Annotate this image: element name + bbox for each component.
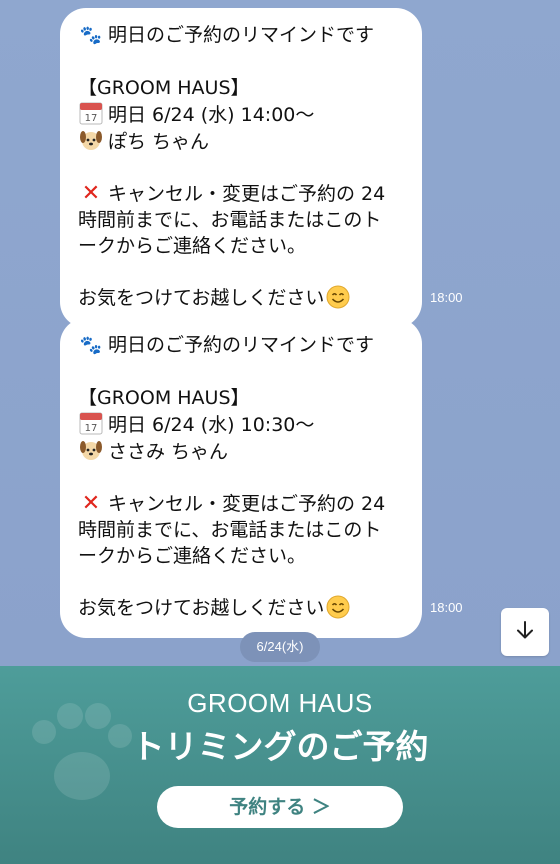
cancel-policy-line: ✕ キャンセル・変更はご予約の 24: [78, 181, 404, 207]
cancel-policy-line: ✕ キャンセル・変更はご予約の 24: [78, 491, 404, 517]
paw-prints-icon: 🐾: [79, 335, 103, 356]
smiling-face-icon: [326, 595, 350, 626]
banner-title: GROOM HAUS: [187, 688, 373, 718]
scroll-to-bottom-button[interactable]: [501, 608, 549, 656]
shop-name: 【GROOM HAUS】: [78, 387, 250, 409]
calendar-icon: 17: [78, 101, 104, 128]
message-bubble[interactable]: 🐾 明日のご予約のリマインドです 【GROOM HAUS】 17 明日 6/24 …: [60, 318, 422, 638]
cross-mark-icon: ✕: [81, 491, 101, 516]
banner-subtitle: トリミングのご予約: [131, 727, 429, 766]
date-separator: 6/24(水): [240, 632, 320, 662]
closing-line: お気をつけてお越しください: [78, 285, 404, 316]
smiling-face-icon: [326, 285, 350, 316]
shop-name: 【GROOM HAUS】: [78, 77, 250, 99]
cancel-policy-line: 時間前までに、お電話またはこのト: [78, 209, 382, 231]
reservation-banner[interactable]: GROOM HAUS トリミングのご予約 予約する ＞: [0, 666, 560, 864]
reserve-button[interactable]: 予約する ＞: [157, 786, 403, 828]
arrow-down-icon: [513, 618, 537, 646]
message-title-line: 🐾 明日のご予約のリマインドです: [78, 22, 404, 49]
svg-text:17: 17: [85, 423, 98, 434]
appointment-date-line: 17 明日 6/24 (水) 10:30～: [78, 411, 404, 438]
appointment-date-line: 17 明日 6/24 (水) 14:00～: [78, 101, 404, 128]
cancel-policy-line: ークからご連絡ください。: [78, 545, 307, 567]
message-timestamp: 18:00: [430, 600, 463, 615]
pet-name-line: ささみ ちゃん: [78, 438, 404, 465]
cross-mark-icon: ✕: [81, 181, 101, 206]
message-timestamp: 18:00: [430, 290, 463, 305]
chat-area[interactable]: 🐾 明日のご予約のリマインドです 【GROOM HAUS】 17 明日 6/24 …: [0, 0, 560, 666]
cancel-policy-line: ークからご連絡ください。: [78, 235, 307, 257]
svg-text:17: 17: [85, 113, 98, 124]
pet-name-line: ぽち ちゃん: [78, 128, 404, 155]
dog-face-icon: [78, 128, 104, 155]
paw-prints-icon: 🐾: [79, 25, 103, 46]
message-title-line: 🐾 明日のご予約のリマインドです: [78, 332, 404, 359]
cancel-policy-line: 時間前までに、お電話またはこのト: [78, 519, 382, 541]
calendar-icon: 17: [78, 411, 104, 438]
message-bubble[interactable]: 🐾 明日のご予約のリマインドです 【GROOM HAUS】 17 明日 6/24 …: [60, 8, 422, 328]
closing-line: お気をつけてお越しください: [78, 595, 404, 626]
dog-face-icon: [78, 438, 104, 465]
